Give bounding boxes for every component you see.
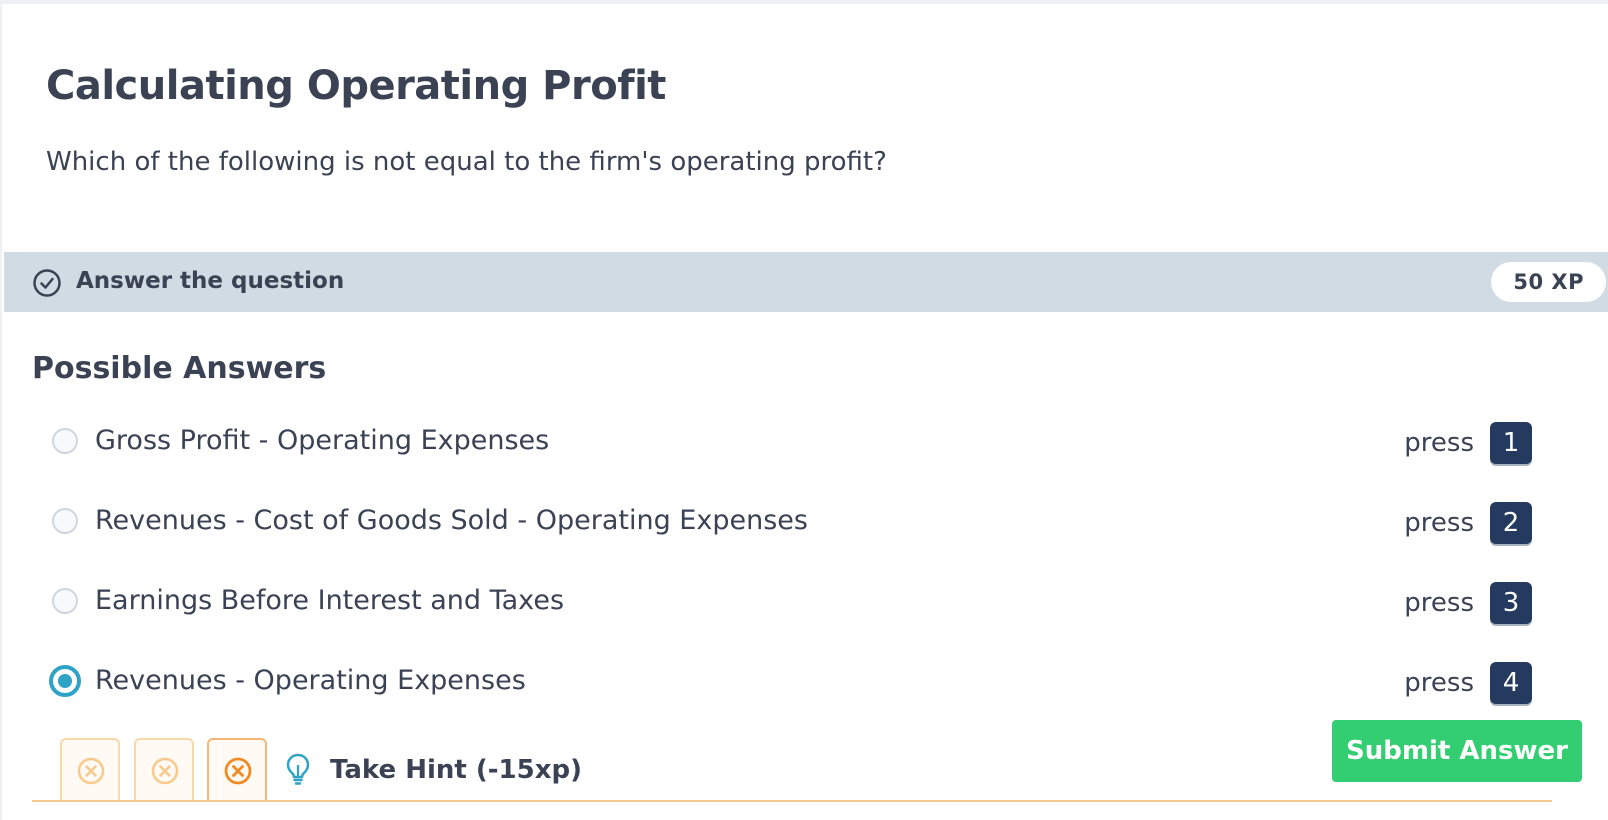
exercise-header: Calculating Operating Profit Which of th… <box>46 58 1568 178</box>
press-label-1: press <box>1404 428 1474 458</box>
attempt-indicator-2 <box>134 738 194 800</box>
task-label: Answer the question <box>76 268 345 294</box>
possible-answers-heading: Possible Answers <box>32 351 327 386</box>
answer-radio-3[interactable] <box>52 588 78 614</box>
lightbulb-icon[interactable] <box>284 752 312 786</box>
exercise-panel: Calculating Operating Profit Which of th… <box>0 0 1608 820</box>
answer-option-1[interactable]: Gross Profit - Operating Expenses press … <box>50 412 1532 492</box>
attempt-indicator-1 <box>60 738 120 800</box>
answer-radio-1[interactable] <box>52 428 78 454</box>
answer-text-3: Earnings Before Interest and Taxes <box>95 585 565 616</box>
take-hint-button[interactable]: Take Hint (-15xp) <box>330 752 582 788</box>
exercise-title: Calculating Operating Profit <box>46 63 666 109</box>
press-label-4: press <box>1404 668 1474 698</box>
shortcut-key-2: 2 <box>1490 502 1532 544</box>
answer-text-2: Revenues - Cost of Goods Sold - Operatin… <box>95 505 808 536</box>
answer-list: Gross Profit - Operating Expenses press … <box>49 412 1532 732</box>
x-circle-icon <box>224 757 252 785</box>
answer-radio-4[interactable] <box>49 665 81 697</box>
submit-answer-button[interactable]: Submit Answer <box>1332 720 1582 782</box>
task-bar: Answer the question 50 XP <box>4 252 1608 312</box>
answer-text-4: Revenues - Operating Expenses <box>95 665 526 696</box>
x-circle-icon <box>77 757 105 785</box>
question-text: Which of the following is not equal to t… <box>46 147 887 177</box>
answer-radio-2[interactable] <box>52 508 78 534</box>
answer-text-1: Gross Profit - Operating Expenses <box>95 425 550 456</box>
check-circle-icon <box>33 269 61 297</box>
attempt-indicator-3 <box>207 738 267 800</box>
shortcut-key-3: 3 <box>1490 582 1532 624</box>
shortcut-key-1: 1 <box>1490 422 1532 464</box>
shortcut-key-4: 4 <box>1490 662 1532 704</box>
x-circle-icon <box>151 757 179 785</box>
answer-option-2[interactable]: Revenues - Cost of Goods Sold - Operatin… <box>50 492 1532 572</box>
answer-option-3[interactable]: Earnings Before Interest and Taxes press… <box>50 572 1532 652</box>
bottom-divider <box>32 800 1552 802</box>
press-label-3: press <box>1404 588 1474 618</box>
action-bar: Take Hint (-15xp) Submit Answer <box>32 718 1608 820</box>
xp-badge: 50 XP <box>1491 262 1606 302</box>
press-label-2: press <box>1404 508 1474 538</box>
